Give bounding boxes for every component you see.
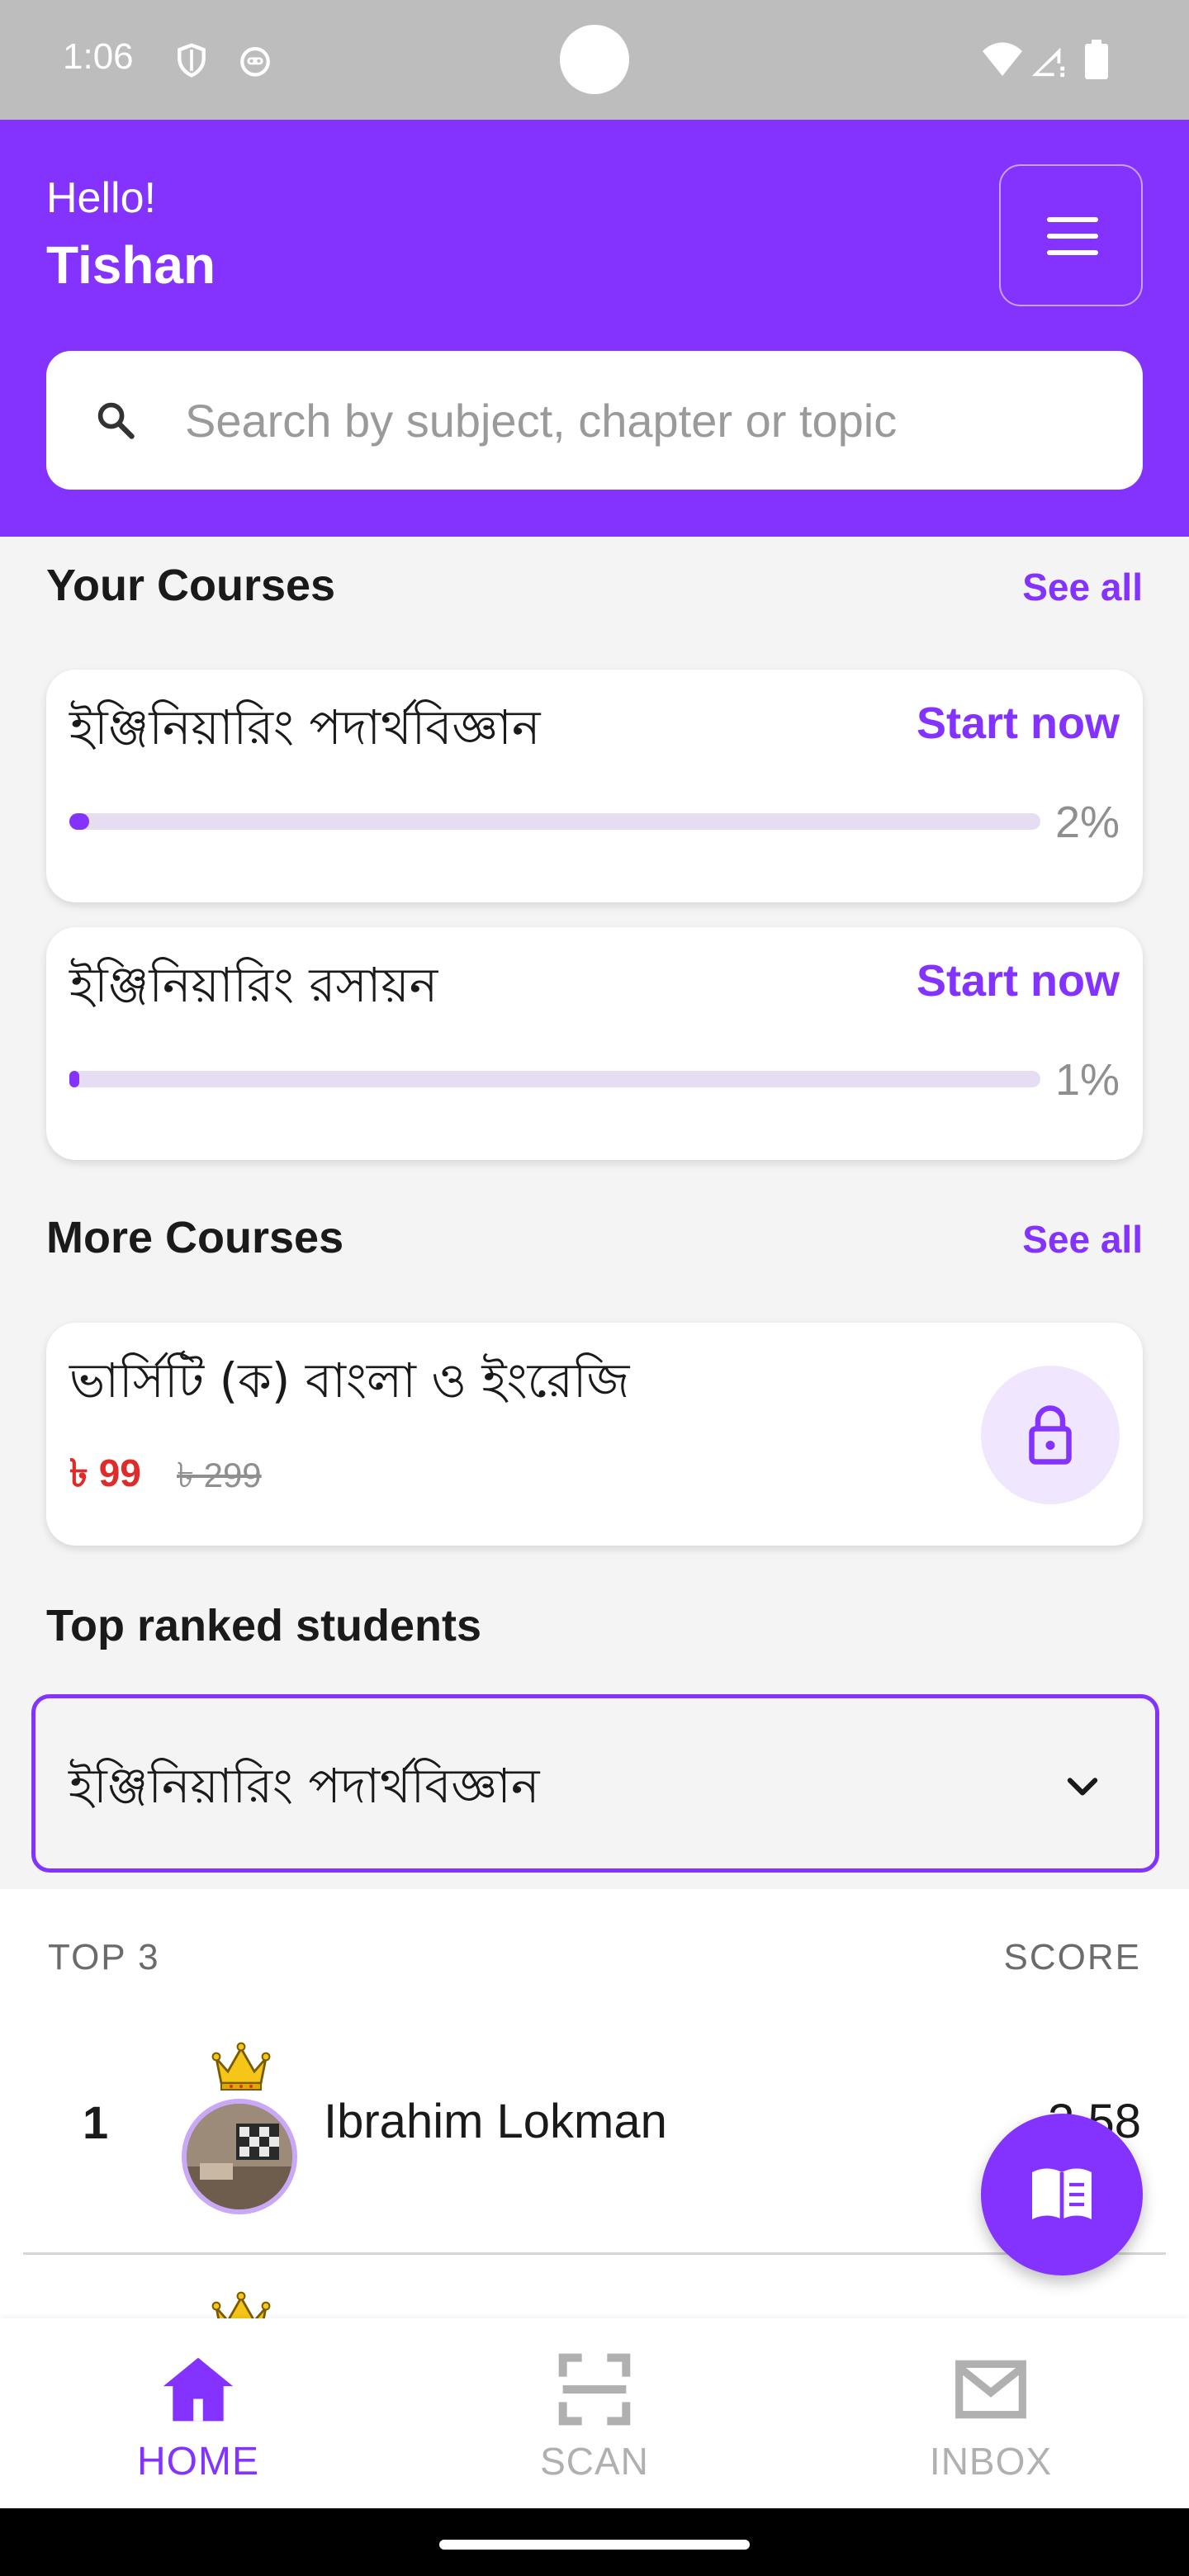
robot-icon [240,46,270,77]
crown-icon [211,2290,271,2318]
signal-icon [1031,47,1065,78]
bottom-navigation: HOME SCAN INBOX [0,2318,1189,2508]
search-icon [97,402,135,439]
nav-inbox[interactable]: INBOX [793,2318,1189,2508]
battery-icon [1085,40,1108,79]
gesture-bar [0,2508,1189,2576]
progress-bar [69,813,1040,830]
more-courses-title: More Courses [46,1213,344,1262]
progress-fill [69,813,89,830]
progress-percent: 2% [1054,798,1120,847]
student-name: Ibrahim Lokman [324,2095,667,2148]
course-select-value: ইঞ্জিনিয়ারিং পদার্থবিজ্ঞান [69,1758,540,1814]
start-now-button[interactable]: Start now [917,955,1120,1006]
shield-icon [178,43,206,78]
leaderboard-header-score: SCORE [1003,1937,1141,1977]
more-courses-see-all[interactable]: See all [1022,1217,1143,1262]
course-select[interactable]: ইঞ্জিনিয়ারিং পদার্থবিজ্ঞান [31,1694,1159,1873]
nav-home[interactable]: HOME [0,2318,396,2508]
course-card[interactable]: ইঞ্জিনিয়ারিং রসায়ন Start now 1% [46,927,1143,1160]
chevron-down-icon [1067,1778,1098,1796]
course-title: ইঞ্জিনিয়ারিং পদার্থবিজ্ঞান [69,699,541,755]
crown-icon [211,2042,271,2091]
nav-scan[interactable]: SCAN [396,2318,793,2508]
status-time: 1:06 [63,36,134,77]
your-courses-title: Your Courses [46,561,336,610]
leaderboard-header-top: TOP 3 [48,1937,160,1977]
search-input[interactable]: Search by subject, chapter or topic [46,351,1143,490]
progress-fill [69,1071,79,1087]
home-icon [163,2357,234,2422]
course-original-price: ৳ 299 [177,1456,262,1494]
locked-course-card[interactable]: ভার্সিটি (ক) বাংলা ও ইংরেজি ৳ 99 ৳ 299 [46,1323,1143,1546]
wifi-icon [983,42,1022,76]
user-name: Tishan [46,235,216,295]
row-rank: 1 [83,2096,109,2148]
start-now-button[interactable]: Start now [917,698,1120,749]
lock-icon [1029,1405,1072,1465]
greeting-text: Hello! [46,174,156,222]
nav-scan-label: SCAN [540,2440,649,2483]
book-icon [1032,2168,1092,2219]
book-fab-button[interactable] [981,2114,1143,2275]
your-courses-see-all[interactable]: See all [1022,565,1143,609]
lock-button[interactable] [981,1366,1120,1504]
progress-percent: 1% [1054,1055,1120,1105]
search-placeholder: Search by subject, chapter or topic [185,395,898,447]
scan-icon [558,2353,631,2426]
camera-cutout [560,25,629,94]
status-bar: 1:06 [0,0,1189,120]
course-card[interactable]: ইঞ্জিনিয়ারিং পদার্থবিজ্ঞান Start now 2% [46,670,1143,902]
mail-icon [955,2360,1026,2419]
top-ranked-title: Top ranked students [46,1601,482,1650]
course-title: ভার্সিটি (ক) বাংলা ও ইংরেজি [69,1352,630,1409]
row-divider [23,2252,1166,2255]
course-title: ইঞ্জিনিয়ারিং রসায়ন [69,957,438,1013]
course-price: ৳ 99 [69,1451,141,1494]
menu-button[interactable] [999,164,1143,306]
progress-bar [69,1071,1040,1087]
home-indicator[interactable] [439,2540,750,2550]
avatar [182,2099,297,2214]
nav-home-label: HOME [137,2440,259,2484]
nav-inbox-label: INBOX [929,2440,1053,2483]
